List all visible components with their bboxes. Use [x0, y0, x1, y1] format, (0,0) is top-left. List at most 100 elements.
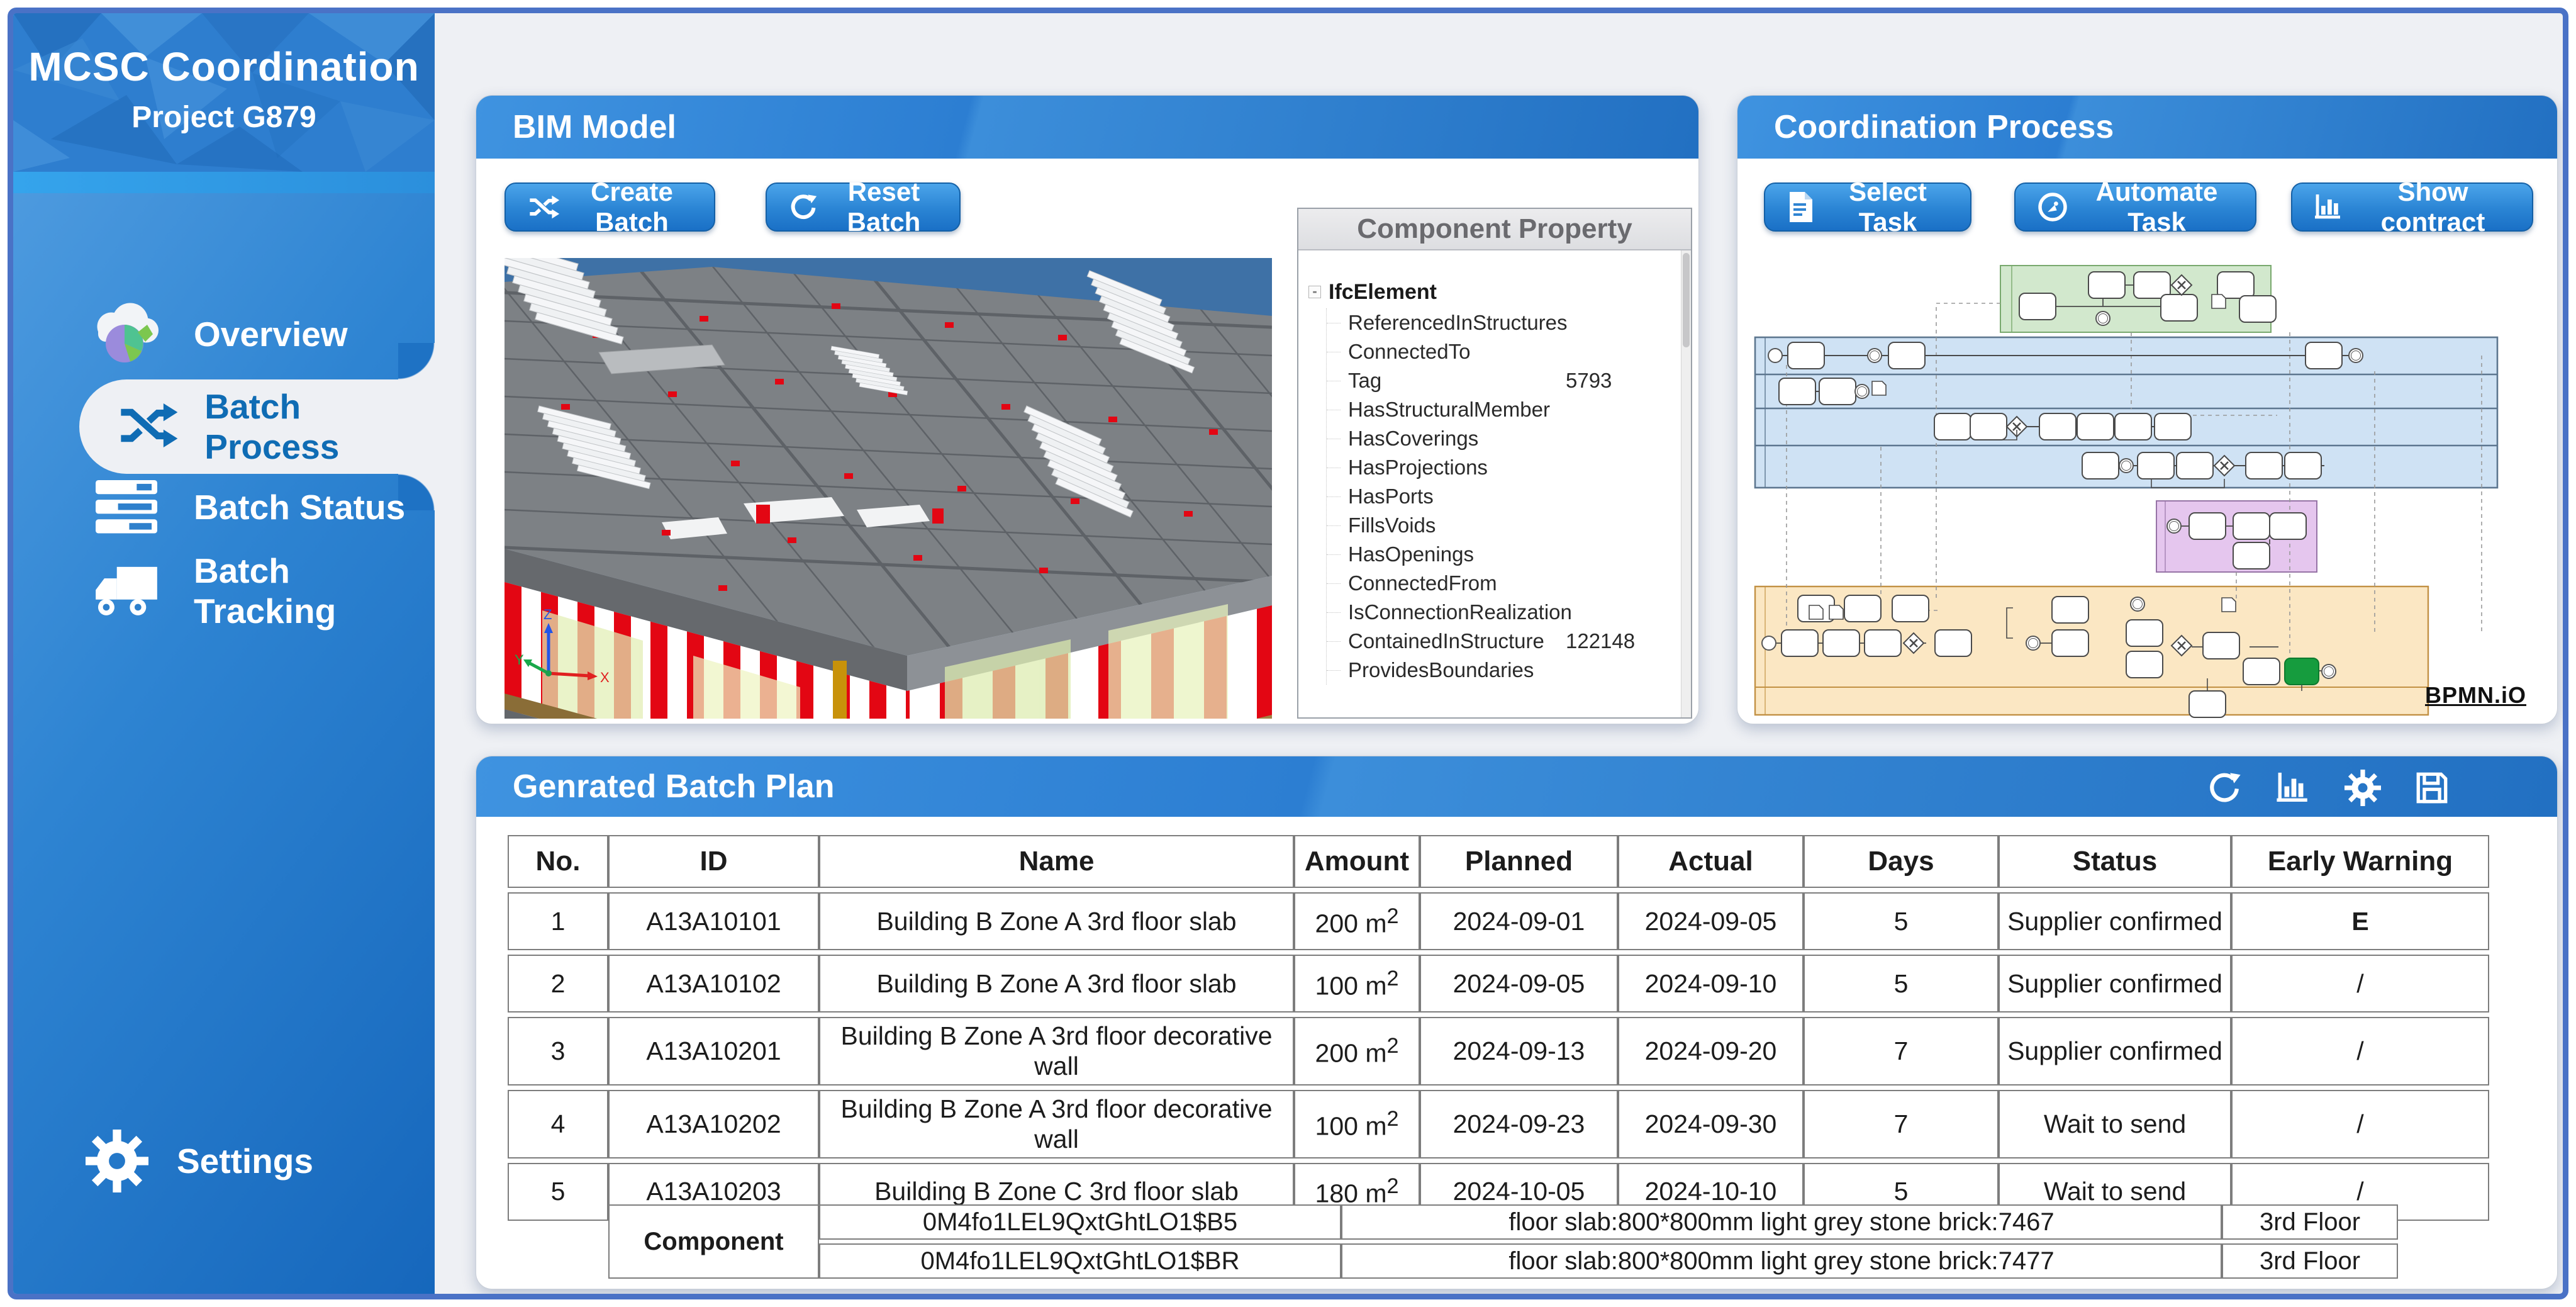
project-subtitle: Project G879: [13, 100, 435, 135]
table-row[interactable]: 4A13A10202 Building B Zone A 3rd floor d…: [508, 1090, 2489, 1158]
reset-batch-button[interactable]: Reset Batch: [766, 182, 961, 232]
table-row[interactable]: 0M4fo1LEL9QxtGhtLO1$BR floor slab:800*80…: [608, 1243, 2398, 1279]
create-batch-button[interactable]: Create Batch: [505, 182, 715, 232]
sidebar-item-label: Batch Status: [194, 487, 405, 527]
batch-plan-table: No. ID Name Amount Planned Actual Days S…: [508, 831, 2489, 1225]
sidebar-item-label: Batch Process: [204, 386, 435, 467]
table-row[interactable]: 3A13A10201 Building B Zone A 3rd floor d…: [508, 1017, 2489, 1085]
component-detail-table: Component 0M4fo1LEL9QxtGhtLO1$B5 floor s…: [608, 1201, 2398, 1282]
bim-panel-title: BIM Model: [476, 108, 676, 146]
table-header-row: No. ID Name Amount Planned Actual Days S…: [508, 835, 2489, 888]
sidebar-item-batch-tracking[interactable]: Batch Tracking: [13, 547, 435, 635]
tree-node[interactable]: HasProjections: [1327, 453, 1691, 482]
component-desc: floor slab:800*800mm light grey stone br…: [1341, 1204, 2222, 1240]
col-actual: Actual: [1618, 835, 1804, 888]
sidebar-item-label: Settings: [177, 1141, 313, 1181]
tree-expander-icon[interactable]: -: [1308, 286, 1321, 298]
axis-x-label: X: [600, 670, 610, 685]
tree-node[interactable]: HasStructuralMember: [1327, 395, 1691, 424]
sidebar-header: MCSC Coordination Project G879: [13, 13, 435, 172]
coordination-panel-header: Coordination Process: [1737, 96, 2557, 159]
bim-3d-viewport[interactable]: Z Y X: [505, 258, 1272, 719]
batch-plan-title: Genrated Batch Plan: [476, 768, 834, 805]
automate-icon: [2037, 191, 2068, 223]
bim-model-panel: BIM Model Create Batch: [476, 95, 1699, 724]
tree-node[interactable]: FillsVoids: [1327, 511, 1691, 540]
tree-node-root[interactable]: - IfcElement: [1308, 276, 1691, 308]
bim-panel-header: BIM Model: [476, 96, 1698, 159]
shuffle-icon: [116, 394, 182, 460]
gear-icon[interactable]: [2345, 770, 2381, 806]
property-name: IsConnectionRealization: [1348, 600, 1572, 624]
bpmn-io-watermark: BPMN.iO: [2425, 682, 2526, 709]
tree-node[interactable]: ProvidesBoundaries: [1327, 656, 1691, 685]
col-no: No.: [508, 835, 608, 888]
sidebar: MCSC Coordination Project G879 Overview: [13, 13, 435, 1294]
table-row[interactable]: 2A13A10102 Building B Zone A 3rd floor s…: [508, 955, 2489, 1013]
cloud-pie-icon: [79, 300, 174, 369]
component-desc: floor slab:800*800mm light grey stone br…: [1341, 1243, 2222, 1279]
sidebar-item-batch-status[interactable]: Batch Status: [13, 463, 435, 551]
reset-batch-label: Reset Batch: [830, 177, 938, 237]
property-name: ProvidesBoundaries: [1348, 658, 1534, 682]
sidebar-item-label: Batch Tracking: [194, 551, 435, 631]
col-amount: Amount: [1294, 835, 1420, 888]
select-task-label: Select Task: [1827, 177, 1949, 237]
polygon-texture: [13, 13, 435, 172]
scrollbar[interactable]: [1681, 250, 1691, 717]
axis-z-label: Z: [544, 607, 552, 622]
coordination-process-panel: Coordination Process Select Task: [1737, 95, 2558, 724]
sidebar-item-overview[interactable]: Overview: [13, 290, 435, 378]
tree-root-label: IfcElement: [1329, 280, 1437, 305]
bpmn-diagram[interactable]: BPMN.iO: [1749, 258, 2548, 719]
early-warning-flag: E: [2231, 892, 2489, 950]
property-name: FillsVoids: [1348, 513, 1436, 537]
property-name: ReferencedInStructures: [1348, 311, 1568, 335]
tree-node[interactable]: Tag5793: [1327, 366, 1691, 395]
tree-node[interactable]: HasCoverings: [1327, 424, 1691, 453]
tree-node[interactable]: ContainedInStructure122148: [1327, 627, 1691, 656]
property-name: HasPorts: [1348, 485, 1434, 508]
col-planned: Planned: [1420, 835, 1618, 888]
app-title: MCSC Coordination: [13, 43, 435, 90]
refresh-icon[interactable]: [2206, 770, 2243, 806]
component-floor: 3rd Floor: [2222, 1204, 2398, 1240]
early-warning-flag: /: [2231, 1017, 2489, 1085]
property-name: HasOpenings: [1348, 542, 1474, 566]
col-early-warning: Early Warning: [2231, 835, 2489, 888]
sidebar-item-batch-process[interactable]: Batch Process: [79, 379, 435, 474]
component-floor: 3rd Floor: [2222, 1243, 2398, 1279]
early-warning-flag: /: [2231, 1090, 2489, 1158]
tree-node[interactable]: ConnectedTo: [1327, 337, 1691, 366]
scrollbar-thumb[interactable]: [1683, 253, 1690, 347]
sidebar-item-label: Overview: [194, 314, 348, 354]
component-code: 0M4fo1LEL9QxtGhtLO1$BR: [819, 1243, 1341, 1279]
tree-node[interactable]: ConnectedFrom: [1327, 569, 1691, 598]
sidebar-item-settings[interactable]: Settings: [13, 1117, 435, 1205]
property-name: HasCoverings: [1348, 427, 1478, 451]
bar-chart-icon: [2314, 192, 2344, 222]
tree-node[interactable]: HasOpenings: [1327, 540, 1691, 569]
show-contract-button[interactable]: Show contract: [2291, 182, 2533, 232]
automate-task-label: Automate Task: [2080, 177, 2234, 237]
property-tree: ReferencedInStructures ConnectedTo Tag57…: [1326, 308, 1691, 685]
tree-node[interactable]: IsConnectionRealization: [1327, 598, 1691, 627]
automate-task-button[interactable]: Automate Task: [2014, 182, 2256, 232]
table-row[interactable]: Component 0M4fo1LEL9QxtGhtLO1$B5 floor s…: [608, 1204, 2398, 1240]
property-name: ContainedInStructure: [1348, 629, 1544, 653]
tree-node[interactable]: ReferencedInStructures: [1327, 308, 1691, 337]
bpmn-render: [1749, 258, 2548, 719]
col-name: Name: [819, 835, 1294, 888]
property-name: Tag: [1348, 369, 1381, 393]
tree-node[interactable]: HasPorts: [1327, 482, 1691, 511]
property-name: ConnectedFrom: [1348, 571, 1497, 595]
select-task-button[interactable]: Select Task: [1764, 182, 1971, 232]
bar-chart-icon[interactable]: [2275, 770, 2312, 806]
batch-plan-panel: Genrated Batch Plan: [476, 756, 2558, 1289]
shuffle-icon: [527, 191, 560, 223]
save-icon[interactable]: [2414, 770, 2450, 806]
create-batch-label: Create Batch: [571, 177, 693, 237]
sidebar-accent-strip: [13, 172, 435, 193]
table-row[interactable]: 1A13A10101 Building B Zone A 3rd floor s…: [508, 892, 2489, 950]
col-id: ID: [608, 835, 819, 888]
